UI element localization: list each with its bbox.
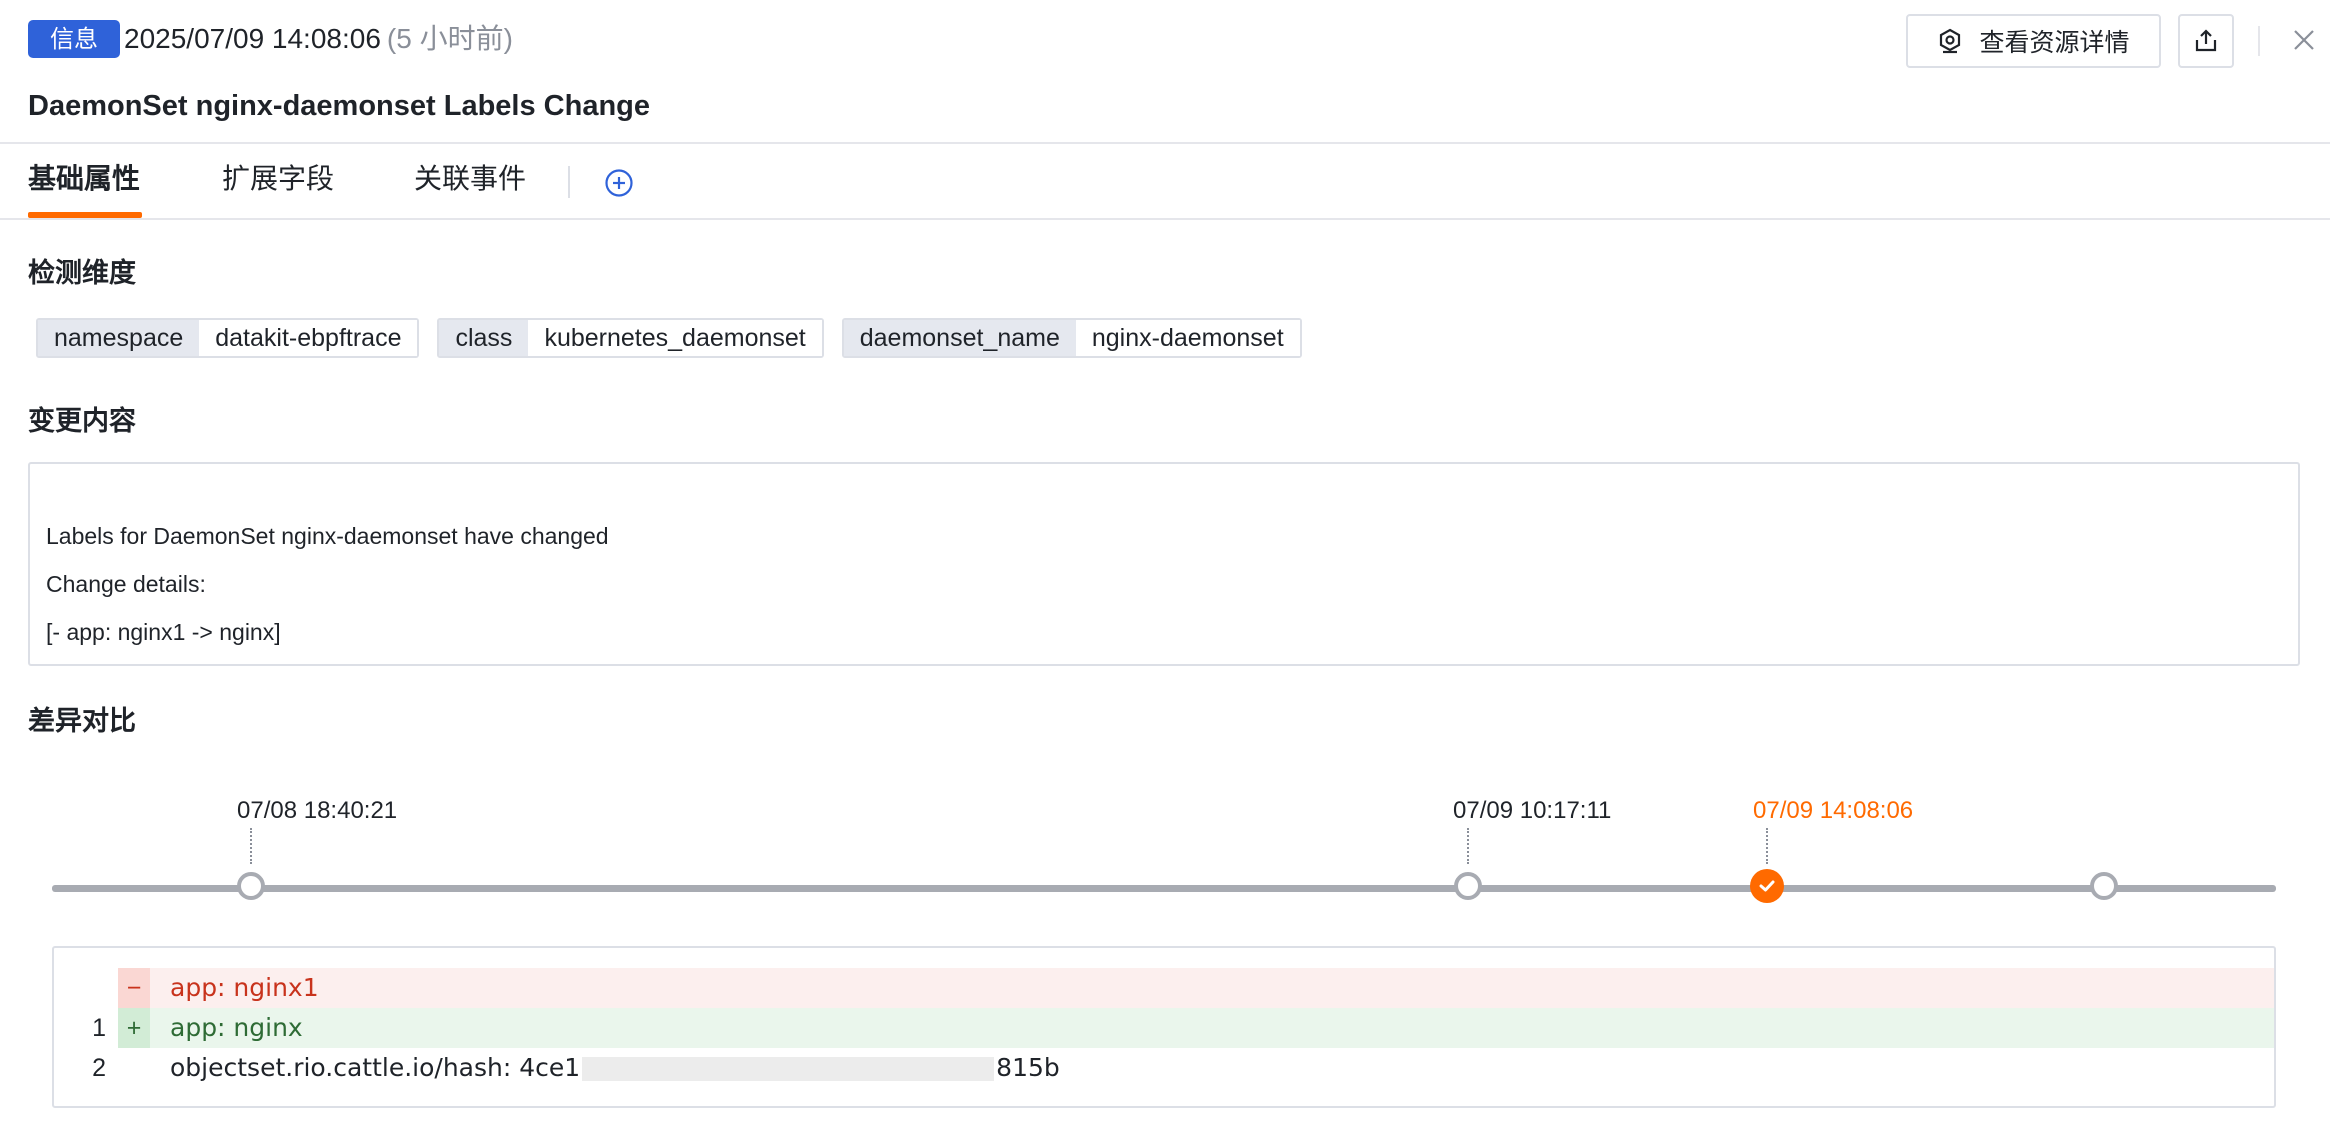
event-timestamp: 2025/07/09 14:08:06 (5 小时前) xyxy=(124,20,513,58)
timeline-stem xyxy=(250,828,252,864)
tag-key: class xyxy=(439,320,529,356)
export-button[interactable] xyxy=(2178,14,2234,68)
change-content-title: 变更内容 xyxy=(28,406,136,437)
view-resource-details-button[interactable]: 查看资源详情 xyxy=(1906,14,2161,68)
diff-row-context: 2 objectset.rio.cattle.io/hash: 4ce1 815b xyxy=(54,1048,2274,1088)
diff-code-prefix: objectset.rio.cattle.io/hash: 4ce1 xyxy=(170,1053,581,1082)
diff-marker: + xyxy=(118,1008,150,1048)
tab-divider xyxy=(568,166,570,198)
timeline-track xyxy=(52,885,2276,892)
diff-code-suffix: 815b xyxy=(996,1053,1060,1082)
change-content-box: Labels for DaemonSet nginx-daemonset hav… xyxy=(28,462,2300,666)
diff-viewer: app: nginx1 − 1 app: nginx + 2 objectset… xyxy=(52,946,2276,1108)
timeline-node[interactable] xyxy=(237,872,265,900)
tag-value: kubernetes_daemonset xyxy=(528,320,822,356)
tag-key: namespace xyxy=(38,320,200,356)
dimension-tag: namespace datakit-ebpftrace xyxy=(36,318,420,358)
timestamp-value: 2025/07/09 14:08:06 xyxy=(124,23,381,54)
check-icon xyxy=(1759,880,1775,892)
timeline-stem xyxy=(1766,828,1768,864)
change-line: Labels for DaemonSet nginx-daemonset hav… xyxy=(46,523,609,549)
tag-key: daemonset_name xyxy=(843,320,1076,356)
view-resource-details-label: 查看资源详情 xyxy=(1979,28,2130,57)
timeline-label-active: 07/09 14:08:06 xyxy=(1753,797,1914,824)
line-number: 1 xyxy=(92,1014,106,1042)
diff-row-added: 1 app: nginx + xyxy=(54,1008,2274,1048)
diff-code: app: nginx1 xyxy=(118,968,2274,1008)
redacted-block xyxy=(582,1057,995,1081)
header-divider xyxy=(2258,26,2260,56)
timeline-label: 07/08 18:40:21 xyxy=(237,797,398,824)
change-line: Change details: xyxy=(46,571,206,597)
tab-related-events[interactable]: 关联事件 xyxy=(414,160,526,198)
diff-code: app: nginx xyxy=(118,1008,2274,1048)
diff-title: 差异对比 xyxy=(28,706,136,737)
resource-icon xyxy=(1940,28,1961,54)
tag-value: datakit-ebpftrace xyxy=(199,320,418,356)
event-title: DaemonSet nginx-daemonset Labels Change xyxy=(28,90,651,122)
add-tab-icon[interactable] xyxy=(604,168,634,198)
export-icon xyxy=(2195,29,2217,52)
close-icon xyxy=(2294,30,2314,50)
event-header: 信息 2025/07/09 14:08:06 (5 小时前) DaemonSet … xyxy=(0,0,2330,144)
timeline-node[interactable] xyxy=(1454,872,1482,900)
timeline-node-active[interactable] xyxy=(1750,869,1784,903)
tab-basic-properties[interactable]: 基础属性 xyxy=(28,160,140,198)
dimension-tags: namespace datakit-ebpftrace class kubern… xyxy=(36,318,1302,358)
level-badge: 信息 xyxy=(28,20,120,58)
line-number: 2 xyxy=(92,1054,106,1082)
tag-value: nginx-daemonset xyxy=(1075,320,1300,356)
diff-code: objectset.rio.cattle.io/hash: 4ce1 815b xyxy=(118,1048,2274,1088)
change-line: [- app: nginx1 -> nginx] xyxy=(46,619,281,645)
dimension-tag: class kubernetes_daemonset xyxy=(437,318,824,358)
dimensions-title: 检测维度 xyxy=(28,258,136,289)
timeline-node[interactable] xyxy=(2090,872,2118,900)
timeline-label: 07/09 10:17:11 xyxy=(1453,797,1612,824)
tab-bar: 基础属性 扩展字段 关联事件 xyxy=(0,146,2330,220)
dimension-tag: daemonset_name nginx-daemonset xyxy=(841,318,1302,358)
close-button[interactable] xyxy=(2286,22,2322,58)
diff-marker: − xyxy=(118,968,150,1008)
timeline-stem xyxy=(1467,828,1469,864)
diff-row-removed: app: nginx1 − xyxy=(54,968,2274,1008)
relative-time: (5 小时前) xyxy=(386,23,513,54)
active-tab-indicator xyxy=(28,212,142,218)
tab-extended-fields[interactable]: 扩展字段 xyxy=(222,160,334,198)
